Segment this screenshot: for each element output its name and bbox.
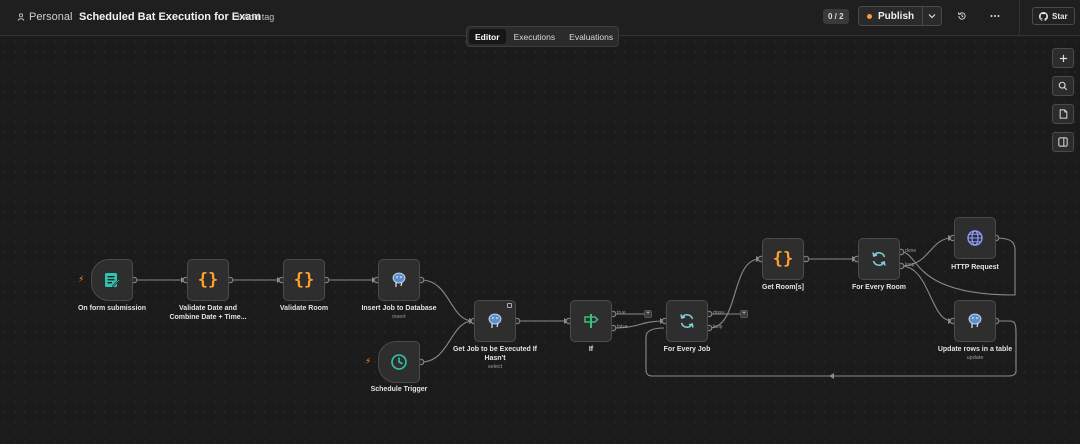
publish-counter: 0 / 2: [823, 9, 849, 24]
more-options-button[interactable]: [986, 7, 1004, 25]
chevron-down-icon: [928, 14, 936, 19]
tab-editor[interactable]: Editor: [469, 29, 506, 44]
add-node-button[interactable]: [1052, 48, 1074, 68]
tab-executions[interactable]: Executions: [508, 29, 562, 44]
node-if[interactable]: [570, 300, 612, 342]
clock-icon: [391, 354, 407, 370]
star-label: Star: [1052, 11, 1068, 21]
node-label-form: On form submission: [77, 305, 147, 312]
node-validate-room[interactable]: {}: [283, 259, 325, 301]
code-braces-icon: {}: [197, 270, 219, 290]
postgres-icon: [968, 313, 982, 328]
node-http-request[interactable]: [954, 217, 996, 259]
node-label-get-job-2: Hasn't: [484, 355, 506, 362]
workflow-title[interactable]: Scheduled Bat Execution for Exam: [79, 11, 261, 23]
github-icon: [1039, 11, 1048, 21]
node-label-every-room: For Every Room: [851, 284, 907, 291]
view-tabs: Editor Executions Evaluations: [466, 26, 619, 47]
if-true-port-label: true: [617, 310, 626, 316]
loop-icon: [680, 314, 694, 328]
if-false-port-label: false: [617, 324, 628, 330]
node-label-schedule: Schedule Trigger: [370, 386, 428, 393]
search-nodes-button[interactable]: [1052, 76, 1074, 96]
globe-icon: [967, 230, 983, 246]
code-braces-icon: {}: [293, 270, 315, 290]
node-get-rooms[interactable]: {}: [762, 238, 804, 280]
loop-icon: [872, 252, 886, 266]
node-get-job[interactable]: [474, 300, 516, 342]
workspace-name[interactable]: Personal: [29, 11, 72, 23]
n8n-workflow-editor: Personal / Scheduled Bat Execution for E…: [0, 0, 1080, 444]
history-icon: [958, 12, 966, 20]
plus-icon: [1059, 54, 1067, 62]
if-signpost-icon: [584, 314, 599, 328]
workflow-canvas[interactable]: true false + done loop + done loop ⚡ On …: [0, 37, 1080, 444]
publish-group: Publish: [858, 6, 943, 26]
loop-back-arrow: [829, 373, 834, 379]
node-status-icon: [507, 303, 512, 308]
node-sublabel-insert-job: insert: [392, 314, 406, 320]
node-label-validate-date-2: Combine Date + Time...: [169, 314, 247, 321]
toggle-panel-button[interactable]: [1052, 132, 1074, 152]
if-true-add-button[interactable]: +: [644, 310, 652, 318]
node-label-get-room: Get Room[s]: [762, 284, 804, 291]
node-sublabel-get-job: select: [487, 364, 503, 370]
node-label-get-job-1: Get Job to be Executed If: [452, 346, 537, 353]
sticky-note-icon: [1059, 109, 1067, 119]
everyjob-loop-port-label: loop: [713, 324, 723, 330]
form-icon: [105, 273, 121, 287]
node-label-validate-date-1: Validate Date and: [179, 305, 237, 312]
node-label-http: HTTP Request: [951, 264, 999, 271]
node-sublabel-update-rows: update: [966, 355, 984, 361]
node-update-rows[interactable]: [954, 300, 996, 342]
ellipsis-icon: [990, 15, 1000, 17]
node-insert-job[interactable]: [378, 259, 420, 301]
bolt-icon: ⚡: [365, 356, 372, 366]
node-for-every-room[interactable]: [858, 238, 900, 280]
bolt-icon: ⚡: [78, 274, 85, 284]
connection-http-return: [995, 237, 1016, 253]
everyroom-done-port-label: done: [905, 248, 917, 254]
node-label-update-rows: Update rows in a table: [937, 346, 1013, 353]
postgres-icon: [488, 313, 502, 328]
publish-button[interactable]: Publish: [859, 7, 924, 25]
everyjob-done-port-label: done: [713, 310, 725, 316]
github-star-button[interactable]: Star: [1032, 7, 1075, 25]
breadcrumb[interactable]: Personal /: [17, 11, 85, 23]
publish-dropdown-button[interactable]: [923, 7, 941, 25]
add-tag-button[interactable]: + Add tag: [236, 12, 274, 22]
tab-evaluations[interactable]: Evaluations: [563, 29, 619, 44]
node-label-every-job: For Every Job: [663, 346, 711, 353]
node-label-if: If: [588, 346, 594, 353]
code-braces-icon: {}: [772, 249, 794, 269]
panel-icon: [1058, 137, 1068, 147]
zoom-icon: [1058, 81, 1068, 91]
node-schedule-trigger[interactable]: [378, 341, 420, 383]
connection-everyjob-loop: [708, 258, 761, 329]
node-validate-date[interactable]: {}: [187, 259, 229, 301]
node-label-validate-room: Validate Room: [279, 305, 329, 312]
postgres-icon: [392, 272, 406, 287]
everyjob-done-add-button[interactable]: +: [740, 310, 748, 318]
publish-label: Publish: [878, 10, 915, 22]
status-dot: [867, 13, 872, 19]
sticky-note-button[interactable]: [1052, 104, 1074, 124]
connections-layer: [130, 234, 1017, 379]
everyroom-loop-port-label: loop: [905, 262, 915, 268]
person-icon: [17, 13, 25, 21]
node-on-form-submission[interactable]: [91, 259, 133, 301]
node-label-insert-job: Insert Job to Database: [361, 305, 437, 312]
node-for-every-job[interactable]: [666, 300, 708, 342]
toolbar-divider: [1019, 0, 1020, 36]
history-button[interactable]: [953, 7, 971, 25]
port-getroom-out[interactable]: [802, 255, 810, 263]
